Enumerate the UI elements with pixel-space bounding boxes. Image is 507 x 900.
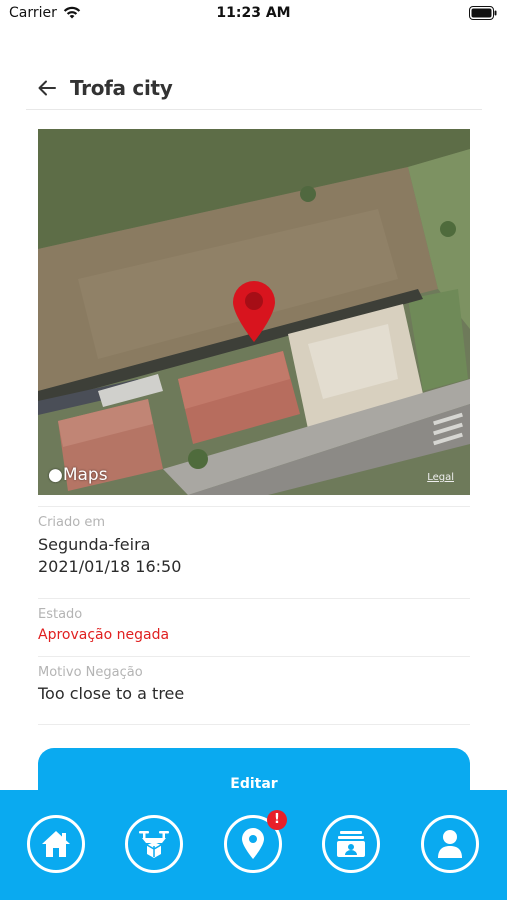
map-legal-link[interactable]: Legal [427, 472, 454, 483]
divider [38, 598, 470, 599]
notification-badge: ! [267, 810, 287, 830]
status-time: 11:23 AM [216, 5, 291, 21]
reason-value: Too close to a tree [38, 684, 185, 703]
tab-location[interactable]: ! [224, 810, 287, 873]
maps-logo: ●Maps [48, 465, 108, 485]
battery-icon [469, 6, 497, 20]
state-value: Aprovação negada [38, 627, 170, 643]
user-icon [438, 830, 462, 858]
divider [38, 656, 470, 657]
drone-icon [139, 831, 169, 858]
apple-logo-icon: ● [48, 465, 63, 485]
id-card-icon [337, 831, 365, 857]
created-label: Criado em [38, 515, 105, 530]
tab-drone[interactable] [125, 815, 183, 873]
created-day: Segunda-feira [38, 535, 151, 554]
location-pin-icon [242, 828, 264, 859]
map-pin-icon [233, 281, 275, 342]
state-label: Estado [38, 607, 83, 622]
created-datetime: 2021/01/18 16:50 [38, 557, 182, 576]
status-bar: Carrier 11:23 AM [0, 0, 507, 28]
satellite-map[interactable]: ●Maps Legal [38, 129, 470, 495]
page-header: Trofa city [26, 68, 482, 110]
divider [38, 506, 470, 507]
tab-profile[interactable] [421, 815, 479, 873]
divider [38, 724, 470, 725]
page-title: Trofa city [70, 76, 173, 100]
back-arrow-icon[interactable] [36, 77, 58, 99]
home-icon [42, 831, 70, 857]
reason-label: Motivo Negação [38, 665, 143, 680]
tab-home[interactable] [27, 815, 85, 873]
bottom-tab-bar: ! [0, 790, 507, 900]
tab-id-card[interactable] [322, 815, 380, 873]
